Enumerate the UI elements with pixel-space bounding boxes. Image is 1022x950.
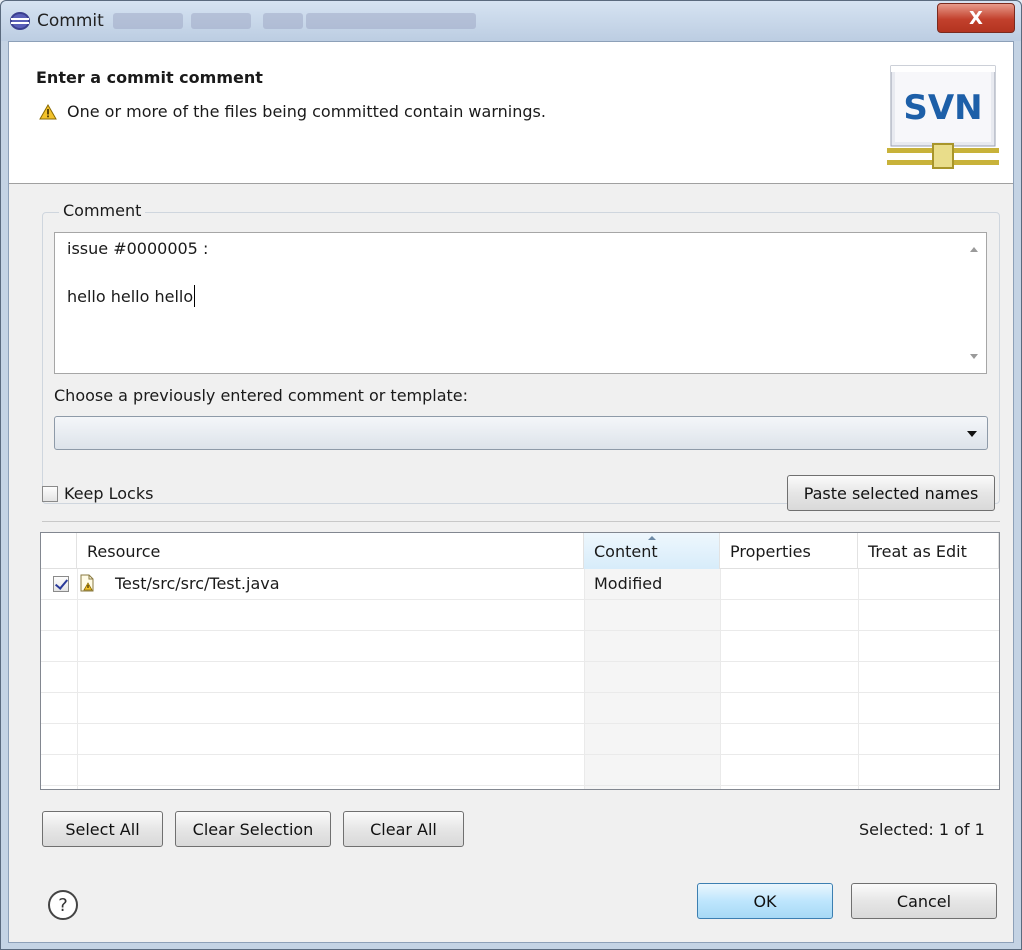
resource-table: Resource Content Properties Treat as Edi… [40,532,1000,790]
table-row[interactable]: Test/src/src/Test.java Modified [41,569,999,600]
comment-group-label: Comment [59,201,146,220]
window-title: Commit [37,11,104,31]
commit-dialog-window: Commit X Enter a commit comment One or m… [0,0,1022,950]
empty-table-row [41,600,999,631]
template-chooser-label: Choose a previously entered comment or t… [54,386,469,405]
empty-table-row [41,662,999,693]
eclipse-app-icon [10,12,30,30]
select-all-button[interactable]: Select All [42,811,163,847]
banner-message-text: One or more of the files being committed… [67,102,546,121]
clear-all-button[interactable]: Clear All [343,811,464,847]
cancel-button[interactable]: Cancel [851,883,997,919]
column-header-properties[interactable]: Properties [720,533,858,569]
keep-locks-option[interactable]: Keep Locks [42,484,153,503]
empty-table-row [41,724,999,755]
paste-selected-names-button[interactable]: Paste selected names [787,475,995,511]
scroll-up-arrow-icon[interactable] [970,247,978,252]
keep-locks-checkbox[interactable] [42,485,58,502]
banner-title: Enter a commit comment [36,68,263,87]
banner-message: One or more of the files being committed… [39,102,546,121]
column-header-check[interactable] [41,533,77,569]
column-header-treat-as-edit[interactable]: Treat as Edit [858,533,999,569]
blurred-title-text [263,13,303,29]
row-select-checkbox[interactable] [53,576,69,592]
svn-logo: SVN [887,65,999,169]
ok-button[interactable]: OK [697,883,833,919]
template-dropdown[interactable] [54,416,988,450]
close-button[interactable]: X [937,3,1015,33]
column-header-content-label: Content [594,541,658,561]
empty-table-row [41,755,999,786]
help-icon[interactable]: ? [47,889,79,921]
row-content: Modified [594,574,663,593]
empty-table-row [41,631,999,662]
text-caret [194,285,196,307]
column-header-resource[interactable]: Resource [77,533,584,569]
warning-icon [39,103,57,119]
svn-logo-text: SVN [903,88,982,128]
title-bar[interactable]: Commit X [1,1,1021,41]
column-header-content[interactable]: Content [584,533,720,569]
comment-line-3-text: hello hello hello [67,287,194,306]
selected-count-label: Selected: 1 of 1 [859,820,985,839]
comment-line-3: hello hello hello [67,285,196,307]
keep-locks-label: Keep Locks [64,484,154,503]
empty-table-row [41,693,999,724]
dialog-client-area: Enter a commit comment One or more of th… [8,41,1014,943]
row-resource: Test/src/src/Test.java [115,574,280,593]
section-divider [42,521,1000,522]
scroll-down-arrow-icon[interactable] [970,354,978,359]
blurred-title-text [113,13,183,29]
comment-textarea[interactable]: issue #0000005 : hello hello hello [54,232,987,374]
blurred-title-text [306,13,476,29]
comment-line-1: issue #0000005 : [67,239,209,258]
chevron-down-icon [967,431,977,437]
blurred-title-text [191,13,251,29]
sort-ascending-icon [648,536,656,540]
file-warning-icon [80,574,94,592]
table-header: Resource Content Properties Treat as Edi… [41,533,999,569]
clear-selection-button[interactable]: Clear Selection [175,811,331,847]
svg-text:?: ? [58,895,68,916]
dialog-banner: Enter a commit comment One or more of th… [9,42,1013,184]
